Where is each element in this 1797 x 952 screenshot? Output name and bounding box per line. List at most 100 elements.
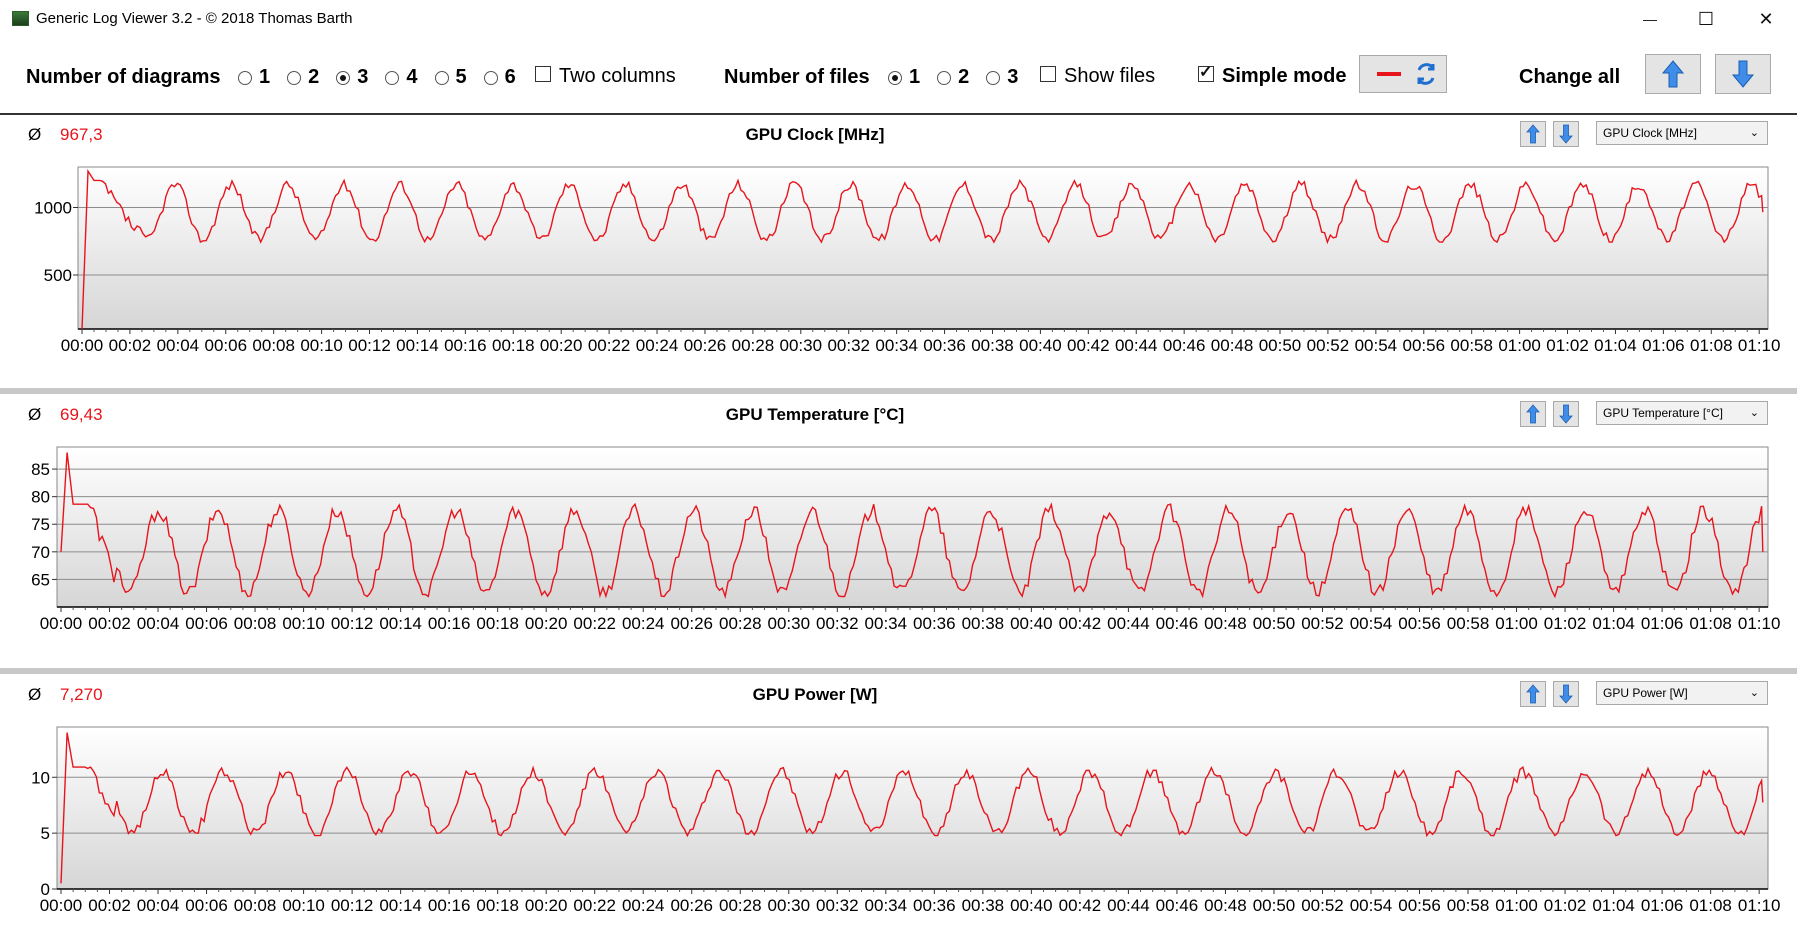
radio-dot[interactable] bbox=[287, 70, 302, 85]
x-tick-label: 00:26 bbox=[684, 336, 727, 355]
files-radio-1[interactable]: 1 bbox=[888, 66, 920, 89]
diagrams-radio-2[interactable]: 2 bbox=[287, 66, 319, 89]
file-count-group: 1 2 3 bbox=[888, 66, 1035, 89]
radio-dot[interactable] bbox=[434, 70, 449, 85]
x-tick-label: 00:28 bbox=[719, 614, 762, 633]
diagrams-radio-6[interactable]: 6 bbox=[483, 66, 516, 89]
arrow-down-icon bbox=[1731, 60, 1755, 88]
move-up-button[interactable] bbox=[1520, 401, 1546, 427]
files-radio-3[interactable]: 3 bbox=[986, 66, 1018, 89]
pane-splitter[interactable] bbox=[0, 388, 1797, 394]
y-tick-label: 75 bbox=[31, 515, 50, 534]
minimize-button[interactable]: — bbox=[1622, 0, 1678, 38]
minimize-icon: — bbox=[1643, 11, 1657, 27]
series-selector[interactable]: GPU Power [W] ⌄ bbox=[1596, 681, 1768, 705]
radio-dot[interactable] bbox=[937, 70, 952, 85]
x-tick-label: 00:16 bbox=[444, 336, 487, 355]
x-tick-label: 00:22 bbox=[588, 336, 631, 355]
move-down-button[interactable] bbox=[1553, 121, 1579, 147]
x-tick-label: 00:46 bbox=[1156, 614, 1199, 633]
chevron-down-icon: ⌄ bbox=[1749, 407, 1759, 419]
line-chart: 051000:00 00:02 00:04 00:06 00:08 00:10 00:12 0… bbox=[31, 726, 1780, 915]
diagrams-radio-3[interactable]: 3 bbox=[336, 66, 368, 89]
show-files-box[interactable] bbox=[1040, 65, 1056, 82]
x-tick-label: 00:58 bbox=[1447, 896, 1490, 915]
radio-dot[interactable] bbox=[385, 70, 400, 85]
x-tick-label: 00:08 bbox=[252, 336, 295, 355]
x-tick-label: 00:34 bbox=[865, 896, 908, 915]
maximize-button[interactable]: ☐ bbox=[1678, 0, 1734, 38]
arrow-up-icon bbox=[1661, 60, 1685, 88]
y-tick-label: 70 bbox=[31, 543, 50, 562]
line-chart: 500 1000 00:00 00:02 00:04 00:06 00:08 00:10 00:… bbox=[34, 166, 1780, 355]
x-tick-label: 00:40 bbox=[1010, 614, 1053, 633]
radio-dot[interactable] bbox=[986, 70, 1001, 85]
chevron-down-icon: ⌄ bbox=[1749, 127, 1759, 139]
x-tick-label: 00:20 bbox=[525, 896, 568, 915]
x-tick-label: 00:16 bbox=[428, 896, 471, 915]
radio-dot[interactable] bbox=[238, 70, 252, 85]
x-tick-label: 00:02 bbox=[109, 336, 152, 355]
x-tick-label: 00:32 bbox=[816, 614, 859, 633]
pane-splitter[interactable] bbox=[0, 668, 1797, 674]
diagrams-radio-5[interactable]: 5 bbox=[434, 66, 467, 89]
show-files-checkbox[interactable]: Show files bbox=[1040, 65, 1155, 88]
x-tick-label: 01:04 bbox=[1592, 896, 1635, 915]
two-columns-checkbox[interactable]: Two columns bbox=[535, 65, 676, 88]
number-of-files-label: Number of files bbox=[724, 66, 870, 88]
x-tick-label: 01:02 bbox=[1544, 896, 1587, 915]
move-up-button[interactable] bbox=[1520, 121, 1546, 147]
move-all-up-button[interactable] bbox=[1645, 54, 1701, 94]
toolbar: Number of diagrams 1 2 3 4 5 6 Two columns Nu… bbox=[0, 38, 1797, 115]
close-icon: ✕ bbox=[1758, 8, 1774, 29]
move-all-down-button[interactable] bbox=[1715, 54, 1771, 94]
radio-dot[interactable] bbox=[483, 70, 498, 85]
two-columns-box[interactable] bbox=[535, 65, 551, 82]
close-button[interactable]: ✕ bbox=[1738, 0, 1794, 38]
x-tick-label: 00:40 bbox=[1019, 336, 1062, 355]
x-tick-label: 00:30 bbox=[768, 614, 811, 633]
move-up-button[interactable] bbox=[1520, 681, 1546, 707]
x-tick-label: 00:12 bbox=[331, 614, 374, 633]
x-tick-label: 00:06 bbox=[185, 614, 228, 633]
x-tick-label: 00:26 bbox=[670, 896, 713, 915]
chart-pane-gpu-clock: Ø 967,3 GPU Clock [MHz] GPU Clock [MHz] ⌄ 500… bbox=[0, 115, 1797, 387]
plot-area bbox=[56, 726, 1769, 890]
line-color-icon bbox=[1377, 63, 1435, 85]
x-tick-label: 00:04 bbox=[157, 336, 200, 355]
chart-title: GPU Power [W] bbox=[752, 685, 878, 704]
move-down-button[interactable] bbox=[1553, 401, 1579, 427]
x-tick-label: 00:32 bbox=[816, 896, 859, 915]
x-tick-label: 00:18 bbox=[476, 614, 519, 633]
x-tick-label: 00:04 bbox=[137, 614, 180, 633]
x-tick-label: 00:18 bbox=[492, 336, 535, 355]
files-radio-2[interactable]: 2 bbox=[937, 66, 969, 89]
move-down-button[interactable] bbox=[1553, 681, 1579, 707]
x-tick-label: 00:22 bbox=[573, 896, 616, 915]
x-tick-label: 00:32 bbox=[827, 336, 870, 355]
x-tick-label: 00:08 bbox=[234, 896, 277, 915]
x-tick-label: 00:08 bbox=[234, 614, 277, 633]
x-tick-label: 00:56 bbox=[1402, 336, 1445, 355]
radio-dot[interactable] bbox=[336, 70, 351, 85]
x-tick-label: 00:00 bbox=[61, 336, 104, 355]
x-tick-label: 00:20 bbox=[525, 614, 568, 633]
x-tick-label: 00:12 bbox=[348, 336, 391, 355]
diagrams-radio-1[interactable]: 1 bbox=[238, 66, 270, 89]
change-all-label: Change all bbox=[1519, 66, 1621, 88]
x-tick-label: 01:08 bbox=[1690, 336, 1733, 355]
x-tick-label: 01:00 bbox=[1498, 336, 1541, 355]
series-selector[interactable]: GPU Temperature [°C] ⌄ bbox=[1596, 401, 1768, 425]
simple-mode-checkbox[interactable]: Simple mode bbox=[1198, 62, 1346, 88]
x-tick-label: 00:30 bbox=[768, 896, 811, 915]
x-tick-label: 00:50 bbox=[1259, 336, 1302, 355]
two-columns-label: Two columns bbox=[559, 65, 676, 87]
radio-dot[interactable] bbox=[888, 70, 902, 85]
simple-mode-box[interactable] bbox=[1198, 62, 1214, 82]
series-selector[interactable]: GPU Clock [MHz] ⌄ bbox=[1596, 121, 1768, 145]
line-style-button[interactable] bbox=[1359, 55, 1447, 93]
chevron-down-icon: ⌄ bbox=[1749, 687, 1759, 699]
diagrams-radio-4[interactable]: 4 bbox=[385, 66, 418, 89]
x-tick-label: 00:44 bbox=[1107, 614, 1150, 633]
x-tick-label: 00:10 bbox=[282, 614, 325, 633]
